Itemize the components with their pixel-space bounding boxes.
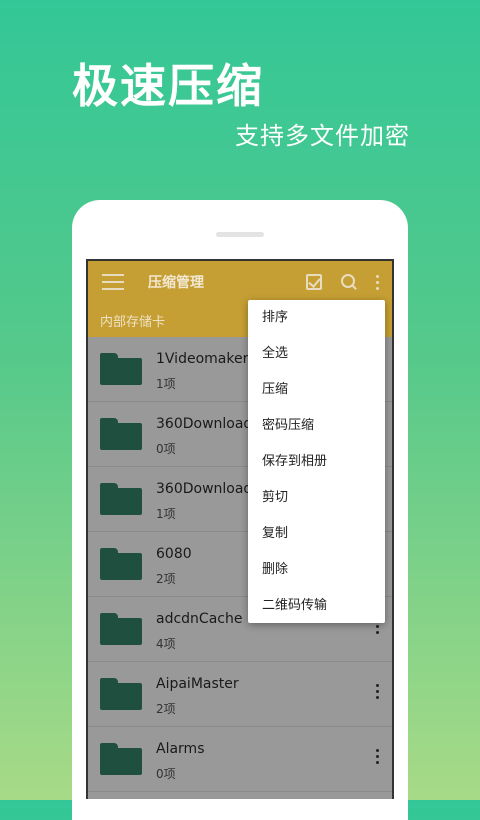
folder-icon: [100, 678, 142, 710]
file-count: 1项: [156, 377, 176, 391]
menu-hamburger-icon[interactable]: [102, 274, 124, 290]
folder-icon: [100, 418, 142, 450]
menu-item-password-compress[interactable]: 密码压缩: [248, 408, 385, 444]
folder-icon: [100, 483, 142, 515]
row-more-icon[interactable]: [376, 749, 380, 764]
file-count: 2项: [156, 572, 176, 586]
overflow-menu-icon[interactable]: [376, 274, 380, 290]
file-row[interactable]: Alarms 0项: [88, 727, 392, 792]
menu-item-save-to-album[interactable]: 保存到相册: [248, 444, 385, 480]
row-more-icon[interactable]: [376, 684, 380, 699]
promo-subline: 支持多文件加密: [235, 122, 410, 150]
file-row[interactable]: AipaiMaster 2项: [88, 662, 392, 727]
menu-item-select-all[interactable]: 全选: [248, 336, 385, 372]
file-count: 0项: [156, 442, 176, 456]
menu-item-qrcode-transfer[interactable]: 二维码传输: [248, 588, 385, 624]
overflow-popup-menu: 排序 全选 压缩 密码压缩 保存到相册 剪切 复制 删除 二维码传输: [248, 300, 385, 623]
promo-headline: 极速压缩: [72, 59, 264, 113]
file-name: 6080: [156, 546, 192, 562]
app-bar: 压缩管理: [88, 261, 392, 303]
folder-icon: [100, 548, 142, 580]
file-name: 1Videomaker: [156, 351, 249, 367]
file-name: 360Download: [156, 416, 253, 432]
menu-item-compress[interactable]: 压缩: [248, 372, 385, 408]
select-checkbox-icon[interactable]: [306, 274, 322, 290]
search-icon[interactable]: [340, 273, 358, 291]
file-name: adcdnCache: [156, 611, 243, 627]
menu-item-delete[interactable]: 删除: [248, 552, 385, 588]
file-name: Alarms: [156, 741, 205, 757]
folder-icon: [100, 743, 142, 775]
folder-icon: [100, 613, 142, 645]
app-title: 压缩管理: [148, 275, 204, 291]
phone-speaker: [216, 232, 264, 237]
file-count: 1项: [156, 507, 176, 521]
menu-item-copy[interactable]: 复制: [248, 516, 385, 552]
file-count: 2项: [156, 702, 176, 716]
file-count: 4项: [156, 637, 176, 651]
file-name: AipaiMaster: [156, 676, 239, 692]
file-count: 0项: [156, 767, 176, 781]
menu-item-cut[interactable]: 剪切: [248, 480, 385, 516]
folder-icon: [100, 353, 142, 385]
menu-item-sort[interactable]: 排序: [248, 300, 385, 336]
